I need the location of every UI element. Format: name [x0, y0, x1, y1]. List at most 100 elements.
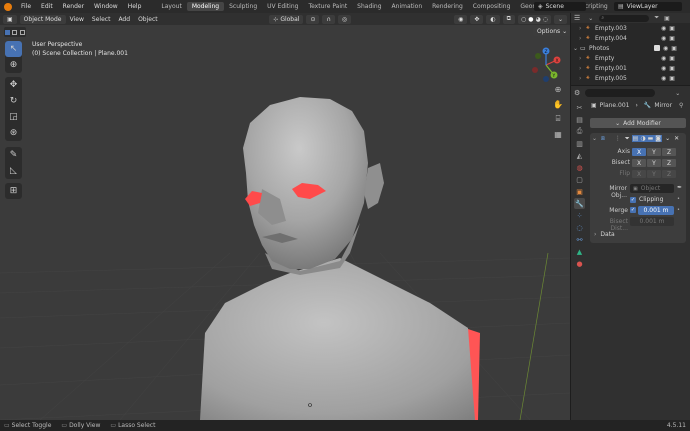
shading-popover[interactable]: ⌄	[553, 14, 567, 24]
material-tab[interactable]: ●	[574, 258, 585, 269]
shading-modes[interactable]: ○ ● ◕ ◌	[517, 14, 551, 24]
bisect-x-toggle[interactable]: X	[632, 159, 646, 167]
editor-type-button[interactable]: ▣	[3, 14, 17, 24]
tool-tab[interactable]: ✂	[574, 102, 585, 113]
add-modifier-button[interactable]: ⌄ Add Modifier	[590, 118, 686, 128]
3d-viewport[interactable]: ▣ Object Mode View Select Add Object ⊹ G…	[0, 13, 570, 420]
properties-search[interactable]	[585, 89, 656, 97]
pivot-button[interactable]: ⊙	[306, 14, 320, 24]
dropdown-arrow-icon[interactable]: ⌄	[665, 135, 670, 142]
flip-y-toggle[interactable]: Y	[647, 170, 661, 178]
bisect-distance-field[interactable]: 0.001 m	[630, 217, 674, 226]
menu-edit[interactable]: Edit	[36, 3, 58, 10]
hide-in-viewport-eye-icon[interactable]: ◉	[661, 25, 666, 32]
constraints-tab[interactable]: ⚯	[574, 234, 585, 245]
close-icon[interactable]: ✕	[674, 135, 679, 142]
object-tab[interactable]: ▣	[574, 186, 585, 197]
hide-in-viewport-eye-icon[interactable]: ◉	[661, 65, 666, 72]
chevron-down-icon[interactable]: ⌄	[675, 90, 680, 97]
outliner-row[interactable]: › ⚹ Empty.005 ◉ ▣	[579, 73, 690, 83]
collapse-arrow-icon[interactable]: ⌄	[573, 45, 580, 52]
hide-in-viewport-eye-icon[interactable]: ◉	[661, 55, 666, 62]
outliner-editor-icon[interactable]: ☰	[574, 14, 580, 22]
modifiers-tab[interactable]: 🔧	[574, 198, 585, 209]
tab-texture-paint[interactable]: Texture Paint	[303, 2, 352, 11]
viewport-menu-add[interactable]: Add	[114, 16, 134, 23]
pin-icon[interactable]: ⚲	[679, 102, 683, 109]
axis-y-toggle[interactable]: Y	[647, 148, 661, 156]
measure-tool[interactable]: ◺	[5, 163, 22, 179]
camera-view-button[interactable]: ⌸	[552, 113, 564, 125]
outliner-row[interactable]: ⌄ ▭ Photos ◉ ▣	[573, 43, 690, 53]
view-layer-tab[interactable]: ▥	[574, 138, 585, 149]
zoom-button[interactable]: ⊕	[552, 83, 564, 95]
tab-sculpting[interactable]: Sculpting	[224, 2, 262, 11]
expand-arrow-icon[interactable]: ›	[579, 65, 586, 72]
options-dropdown[interactable]: Options ⌄	[533, 27, 570, 36]
merge-distance-field[interactable]: 0.001 m	[638, 206, 674, 215]
scene-tab[interactable]: ◭	[574, 150, 585, 161]
hide-in-viewport-eye-icon[interactable]: ◉	[661, 75, 666, 82]
data-subpanel[interactable]: › Data	[594, 231, 615, 238]
physics-tab[interactable]: ◌	[574, 222, 585, 233]
expand-arrow-icon[interactable]: ›	[579, 75, 586, 82]
viewport-menu-object[interactable]: Object	[134, 16, 162, 23]
tab-shading[interactable]: Shading	[352, 2, 386, 11]
render-camera-icon[interactable]: ▣	[669, 55, 675, 62]
transform-tool[interactable]: ⊛	[5, 125, 22, 141]
render-camera-icon[interactable]: ▣	[669, 35, 675, 42]
perspective-toggle-button[interactable]: ▦	[552, 128, 564, 140]
tab-uv-editing[interactable]: UV Editing	[262, 2, 303, 11]
outliner-search[interactable]: ⌕	[599, 14, 650, 22]
outliner-row[interactable]: › ⚹ Empty ◉ ▣	[579, 53, 690, 63]
expand-arrow-icon[interactable]: ›	[579, 35, 586, 42]
solid-shading-icon[interactable]: ●	[528, 16, 533, 23]
material-shading-icon[interactable]: ◕	[535, 16, 540, 23]
outliner-row[interactable]: › ⚹ Empty.001 ◉ ▣	[579, 63, 690, 73]
render-toggle-icon[interactable]: ◙	[654, 135, 663, 142]
menu-file[interactable]: File	[16, 3, 36, 10]
exclude-checkbox-icon[interactable]	[654, 45, 660, 51]
eyedropper-icon[interactable]: ✒	[677, 184, 682, 191]
realtime-toggle-icon[interactable]: ▬	[646, 135, 655, 142]
menu-render[interactable]: Render	[58, 3, 89, 10]
collapse-arrow-icon[interactable]: ⌄	[592, 135, 597, 142]
data-tab[interactable]: ▲	[574, 246, 585, 257]
axis-z-toggle[interactable]: Z	[662, 148, 676, 156]
pan-button[interactable]: ✋	[552, 98, 564, 110]
drag-handle-icon[interactable]: ⋮	[615, 135, 621, 142]
menu-help[interactable]: Help	[123, 3, 147, 10]
select-box-tool[interactable]: ↖	[5, 41, 22, 57]
tab-modeling[interactable]: Modeling	[186, 2, 225, 11]
output-tab[interactable]: ⎙	[574, 126, 585, 137]
xray-toggle[interactable]: ⧉	[502, 14, 515, 24]
flip-x-toggle[interactable]: X	[632, 170, 646, 178]
gizmo-toggle[interactable]: ✥	[470, 14, 484, 24]
outliner-row[interactable]: › ⚹ Empty.003 ◉ ▣	[579, 23, 690, 33]
outliner-search-input[interactable]	[604, 15, 645, 21]
properties-editor-icon[interactable]: ⚙	[574, 89, 580, 97]
tab-rendering[interactable]: Rendering	[427, 2, 468, 11]
editmode-toggle-icon[interactable]: ◑	[639, 135, 647, 142]
hide-in-viewport-eye-icon[interactable]: ◉	[663, 45, 668, 52]
funnel-icon[interactable]: ⏷	[654, 14, 659, 22]
orientation-dropdown[interactable]: ⊹ Global	[269, 14, 304, 24]
render-camera-icon[interactable]: ▣	[669, 75, 675, 82]
viewport-menu-select[interactable]: Select	[88, 16, 115, 23]
world-tab[interactable]: ◍	[574, 162, 585, 173]
flip-z-toggle[interactable]: Z	[662, 170, 676, 178]
outliner-row[interactable]: › ⚹ Empty.004 ◉ ▣	[579, 33, 690, 43]
render-tab[interactable]: ▤	[574, 114, 585, 125]
blender-logo-icon[interactable]	[4, 2, 12, 11]
mode-dropdown[interactable]: Object Mode	[19, 14, 66, 24]
viewport-menu-view[interactable]: View	[66, 16, 88, 23]
scene-selector[interactable]: ◈ Scene	[534, 2, 586, 11]
menu-window[interactable]: Window	[89, 3, 123, 10]
select-new-icon[interactable]	[5, 29, 11, 35]
annotate-tool[interactable]: ✎	[5, 147, 22, 163]
merge-checkbox[interactable]: ✓	[630, 207, 636, 213]
expand-arrow-icon[interactable]: ›	[579, 25, 586, 32]
proportional-edit-button[interactable]: ◎	[337, 14, 352, 24]
rendered-shading-icon[interactable]: ◌	[543, 16, 548, 23]
overlay-toggle[interactable]: ◐	[486, 14, 500, 24]
